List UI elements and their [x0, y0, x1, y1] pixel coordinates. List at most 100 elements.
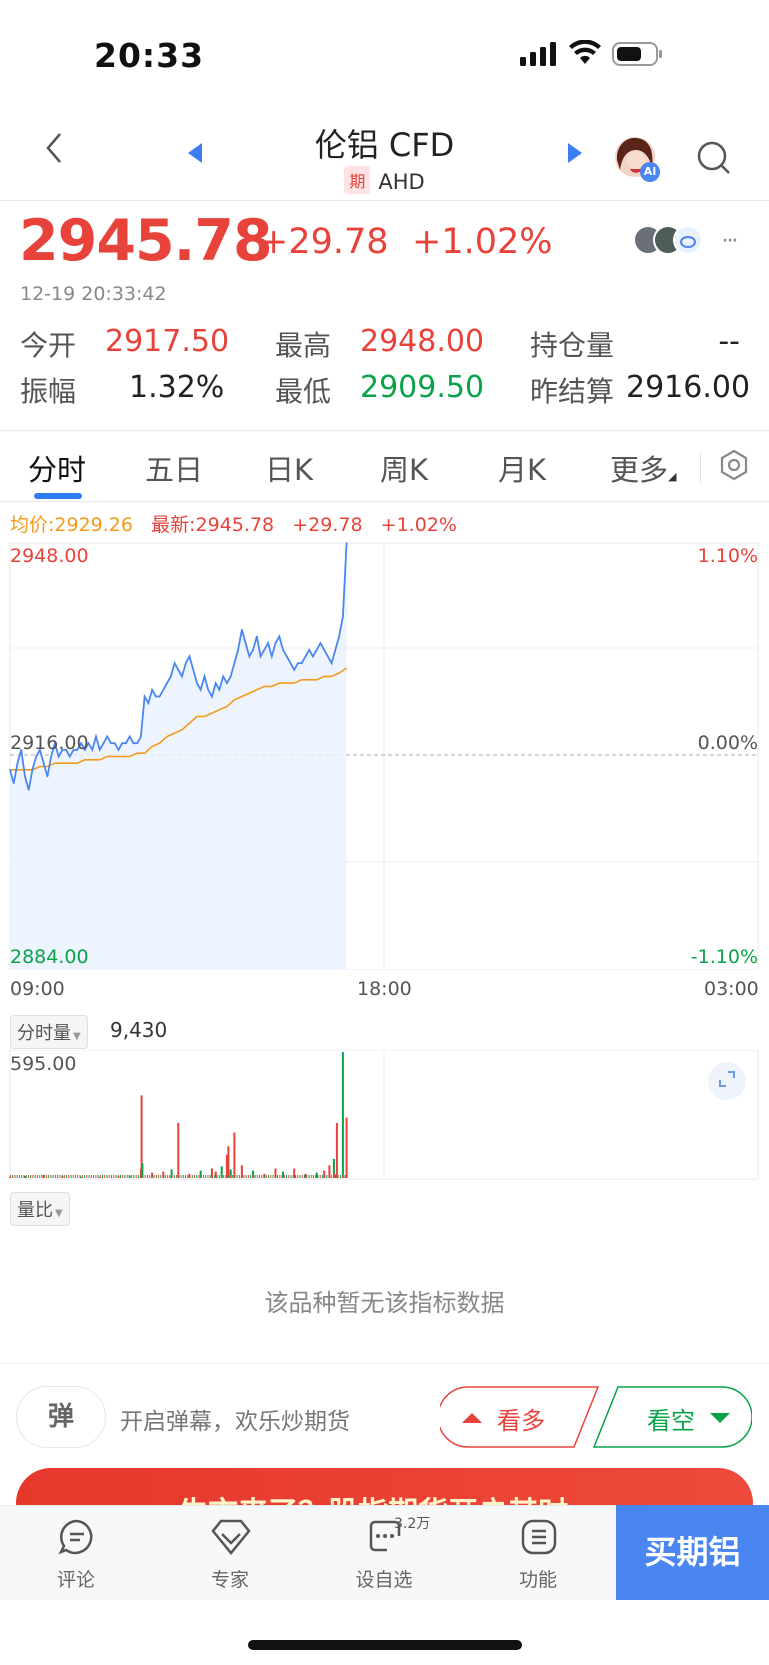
price-point	[342, 615, 344, 618]
price-point	[330, 662, 333, 664]
volume-baseline-tick	[346, 1175, 348, 1178]
volume-bar	[227, 1146, 230, 1178]
volume-baseline-tick	[115, 1175, 117, 1178]
chart-settings-button[interactable]	[716, 448, 752, 484]
volume-baseline-tick	[142, 1175, 144, 1178]
volume-bar	[345, 1117, 348, 1178]
price-point	[233, 662, 236, 664]
volume-baseline-tick	[196, 1175, 198, 1178]
volume-baseline-tick	[30, 1175, 32, 1178]
bull-button[interactable]: 看多	[440, 1386, 600, 1448]
section-divider	[0, 1363, 769, 1364]
price-point	[151, 689, 153, 691]
price-point	[110, 742, 112, 744]
volume-selector[interactable]: 分时量 ▼	[10, 1015, 88, 1049]
tab-comment-label: 评论	[56, 1569, 95, 1591]
volume-baseline-tick	[241, 1175, 243, 1178]
volume-baseline-tick	[286, 1175, 287, 1178]
price-point	[345, 542, 348, 544]
next-instrument-button[interactable]	[560, 140, 590, 170]
volume-baseline-tick	[88, 1175, 90, 1178]
volume-baseline-tick	[167, 1175, 169, 1178]
volume-baseline-tick	[252, 1175, 254, 1178]
volume-baseline-tick	[326, 1175, 328, 1178]
volume-baseline-tick	[212, 1175, 213, 1178]
volume-baseline-tick	[200, 1175, 202, 1178]
tab-weekly-k[interactable]: 周K	[380, 447, 428, 489]
volume-baseline-tick	[328, 1175, 330, 1178]
volume-baseline-tick	[43, 1175, 45, 1178]
price-point	[252, 649, 254, 651]
tab-expert[interactable]: 专家	[180, 1518, 280, 1593]
diamond-icon	[211, 1519, 251, 1555]
price-point	[24, 775, 26, 778]
more-button[interactable]: ···	[712, 228, 746, 254]
bear-button[interactable]: 看空	[592, 1386, 752, 1448]
volume-baseline-tick	[93, 1175, 94, 1178]
volume-baseline-tick	[23, 1175, 25, 1178]
ratio-selector[interactable]: 量比 ▼	[10, 1192, 70, 1226]
buy-button[interactable]: 买期铝	[616, 1505, 769, 1600]
volume-chart[interactable]	[0, 1050, 769, 1180]
price-point	[12, 782, 15, 784]
volume-baseline-tick	[113, 1175, 115, 1178]
open-value: 2917.50	[105, 324, 230, 359]
volume-bar	[335, 1122, 338, 1178]
price-area-fill	[10, 543, 347, 970]
volume-baseline-tick	[268, 1175, 270, 1178]
price-point	[31, 769, 34, 771]
volume-selector-label: 分时量	[17, 1023, 71, 1044]
expand-button[interactable]	[708, 1062, 746, 1100]
volume-baseline-tick	[50, 1175, 52, 1178]
volume-baseline-tick	[250, 1175, 252, 1178]
volume-baseline-tick	[308, 1175, 310, 1178]
volume-baseline-tick	[339, 1175, 341, 1178]
volume-baseline-tick	[144, 1175, 146, 1178]
high-value: 2948.00	[360, 324, 485, 359]
comment-icon	[58, 1519, 93, 1555]
price-chart[interactable]	[0, 540, 769, 970]
volume-baseline-tick	[304, 1175, 305, 1178]
volume-baseline-tick	[335, 1175, 337, 1178]
volume-baseline-tick	[270, 1175, 272, 1178]
tab-comment[interactable]: 评论	[26, 1518, 126, 1593]
volume-baseline-tick	[234, 1175, 236, 1178]
latest-price: 最新:2945.78	[151, 514, 275, 536]
x-label-start: 09:00	[10, 978, 65, 1000]
price-point	[293, 669, 296, 671]
volume-baseline-tick	[135, 1175, 137, 1178]
y-top-label: 2948.00	[10, 545, 89, 567]
tab-function[interactable]: 功能	[488, 1518, 588, 1593]
price-point	[214, 682, 217, 684]
price-point	[136, 742, 138, 744]
volume-baseline-tick	[310, 1175, 312, 1178]
volume-baseline-tick	[207, 1175, 209, 1178]
volume-baseline-tick	[111, 1175, 112, 1178]
price-point	[106, 735, 108, 738]
community-avatars[interactable]	[632, 224, 704, 256]
tab-watchlist[interactable]: 3.2万 设自选	[334, 1516, 434, 1593]
volume-baseline-tick	[344, 1175, 346, 1178]
ai-avatar[interactable]: AI	[614, 136, 660, 182]
tab-five-day[interactable]: 五日	[145, 447, 203, 489]
price-point	[244, 642, 247, 644]
tab-more[interactable]: 更多◢	[610, 447, 676, 489]
tab-monthly-k[interactable]: 月K	[498, 447, 546, 489]
price-point	[237, 649, 239, 651]
last-price: 2945.78	[19, 208, 273, 274]
open-label: 今开	[20, 329, 77, 362]
pct-top-label: 1.10%	[697, 545, 758, 567]
danmu-toggle[interactable]: 弹	[16, 1386, 106, 1448]
y-bottom-label: 2884.00	[10, 946, 89, 968]
signal-icon	[520, 42, 556, 70]
volume-baseline-tick	[261, 1175, 263, 1178]
volume-baseline-tick	[120, 1175, 121, 1178]
price-point	[241, 628, 243, 631]
price-point	[323, 649, 326, 651]
volume-baseline-tick	[160, 1175, 162, 1178]
tab-daily-k[interactable]: 日K	[265, 447, 313, 489]
search-button[interactable]	[694, 140, 734, 180]
tab-intraday[interactable]: 分时	[28, 447, 86, 489]
dropdown-icon: ▼	[73, 1031, 81, 1042]
volume-baseline-tick	[28, 1175, 29, 1178]
